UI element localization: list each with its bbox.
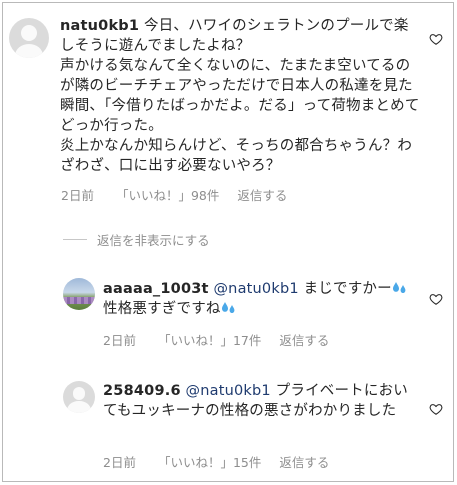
comment-text: natu0kb1 今日、ハワイのシェラトンのプールで楽しそうに遊んでましたよね？… — [60, 16, 420, 176]
reply-button[interactable]: 返信する — [279, 455, 329, 470]
reply-likes[interactable]: 「いいね！」15件 — [158, 455, 261, 470]
reply-likes[interactable]: 「いいね！」17件 — [158, 333, 261, 348]
comment-body: 今日、ハワイのシェラトンのプールで楽しそうに遊んでましたよね？ 声かける気なんて… — [60, 18, 420, 174]
avatar[interactable] — [63, 278, 95, 310]
default-avatar-icon[interactable] — [63, 381, 95, 413]
reply-meta: 2日前 「いいね！」15件 返信する — [103, 452, 347, 471]
reply-mention[interactable]: @natu0kb1 — [186, 383, 271, 399]
hide-replies-toggle[interactable]: 返信を非表示にする — [63, 230, 210, 249]
reply-username[interactable]: 258409.6 — [103, 383, 181, 399]
comment-likes[interactable]: 「いいね！」98件 — [116, 188, 219, 203]
comment-username[interactable]: natu0kb1 — [60, 18, 139, 34]
comment-time: 2日前 — [61, 188, 94, 203]
reply-text: aaaaa_1003t @natu0kb1 まじですかー 性格悪すぎですね — [103, 279, 415, 319]
reply-username[interactable]: aaaaa_1003t — [103, 281, 209, 297]
hide-replies-label: 返信を非表示にする — [97, 233, 210, 248]
reply-body-end: 性格悪すぎですね — [103, 301, 221, 317]
comment-reply-button[interactable]: 返信する — [237, 188, 287, 203]
heart-outline-icon[interactable] — [429, 292, 443, 306]
reply-button[interactable]: 返信する — [279, 333, 329, 348]
reply-time: 2日前 — [103, 455, 136, 470]
reply-body-start: まじですかー — [298, 281, 392, 297]
sweat-droplets-icon — [392, 282, 406, 293]
sweat-droplets-icon — [221, 302, 235, 313]
comment-meta: 2日前 「いいね！」98件 返信する — [61, 185, 305, 204]
reply-text: 258409.6 @natu0kb1 プライベートにおいてもユッキーナの性格の悪… — [103, 381, 415, 421]
heart-outline-icon[interactable] — [429, 32, 443, 46]
heart-outline-icon[interactable] — [429, 402, 443, 416]
reply-time: 2日前 — [103, 333, 136, 348]
toggle-divider — [63, 239, 87, 240]
reply-mention[interactable]: @natu0kb1 — [213, 281, 298, 297]
default-avatar-icon[interactable] — [9, 18, 49, 58]
reply-meta: 2日前 「いいね！」17件 返信する — [103, 330, 347, 349]
